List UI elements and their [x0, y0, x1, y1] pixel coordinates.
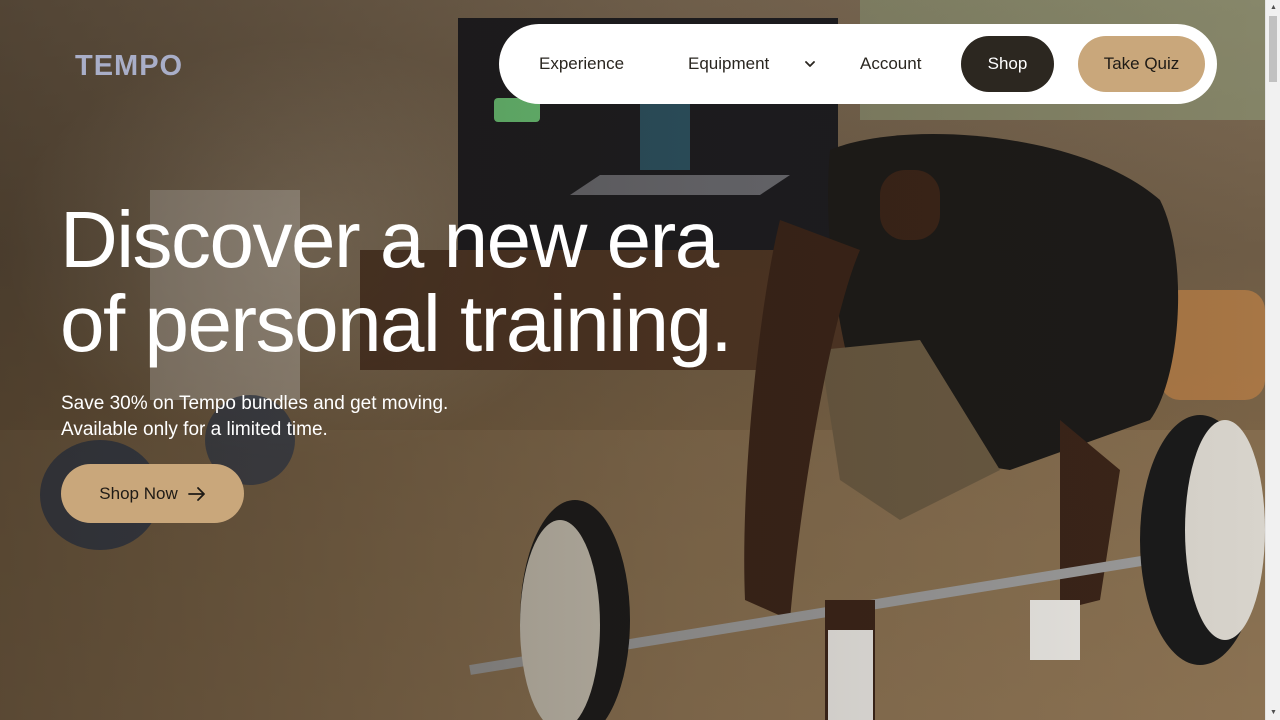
- shop-button[interactable]: Shop: [961, 36, 1054, 92]
- tempo-logo[interactable]: TEMPO: [75, 50, 183, 83]
- shop-now-button-label: Shop Now: [99, 483, 178, 503]
- hero-headline-line-2: of personal training.: [60, 279, 733, 368]
- arrow-right-icon: [187, 486, 206, 502]
- main-nav: Experience Equipment Account Shop Take Q…: [499, 24, 1217, 104]
- hero-subtext-line-1: Save 30% on Tempo bundles and get moving…: [61, 393, 449, 414]
- chevron-down-icon: [805, 59, 816, 69]
- page: TEMPO Experience Equipment Account Shop …: [0, 0, 1280, 720]
- take-quiz-button-label: Take Quiz: [1103, 54, 1180, 73]
- hero-subtext: Save 30% on Tempo bundles and get moving…: [61, 391, 448, 443]
- shop-now-button[interactable]: Shop Now: [61, 464, 244, 523]
- nav-experience-link[interactable]: Experience: [539, 24, 624, 104]
- scroll-down-arrow-icon[interactable]: ▼: [1266, 705, 1280, 720]
- nav-equipment-label: Equipment: [688, 54, 770, 73]
- page-scrollbar[interactable]: ▲ ▼: [1265, 0, 1280, 720]
- hero-headline: Discover a new era of personal training.: [60, 198, 820, 366]
- shop-button-label: Shop: [987, 54, 1028, 73]
- nav-account-link[interactable]: Account: [860, 24, 921, 104]
- nav-experience-label: Experience: [539, 54, 625, 73]
- hero-headline-line-1: Discover a new era: [60, 195, 719, 284]
- scrollbar-thumb[interactable]: [1269, 16, 1277, 82]
- take-quiz-button[interactable]: Take Quiz: [1078, 36, 1205, 92]
- nav-equipment-dropdown[interactable]: Equipment: [688, 24, 816, 104]
- scroll-up-arrow-icon[interactable]: ▲: [1266, 0, 1280, 15]
- nav-account-label: Account: [860, 54, 922, 73]
- hero-subtext-line-2: Available only for a limited time.: [61, 419, 328, 440]
